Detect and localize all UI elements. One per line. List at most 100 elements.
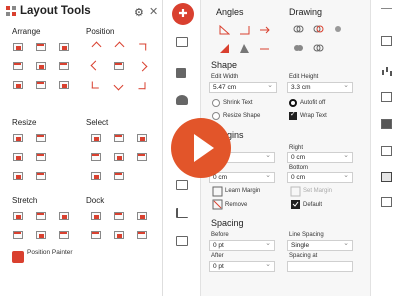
move-right-icon[interactable]	[136, 61, 148, 71]
remove-button[interactable]: Remove	[225, 202, 247, 208]
stretch-both-icon[interactable]	[58, 211, 70, 221]
center-icon[interactable]	[113, 61, 125, 71]
angle-rotate-icon[interactable]	[239, 24, 250, 35]
drawing-circles-icon[interactable]	[313, 24, 324, 35]
app-window: Layout Tools ⚙ ✕ Arrange Position Resize…	[0, 0, 400, 296]
drawing-merge-icon[interactable]	[333, 24, 344, 35]
book-panel-icon[interactable]	[381, 36, 392, 46]
move-down-right-icon[interactable]	[134, 77, 150, 93]
right-margin-input[interactable]: 0 cm	[287, 151, 353, 163]
close-icon[interactable]: ✕	[149, 5, 158, 18]
edit-height-input[interactable]: 3.3 cm	[287, 81, 353, 93]
align-bottom-icon[interactable]	[58, 61, 70, 71]
stretch-bottom-icon[interactable]	[35, 230, 47, 240]
angle-cone-icon[interactable]	[239, 43, 250, 54]
select-same-size-icon[interactable]	[136, 152, 148, 162]
fit-size-icon[interactable]	[35, 171, 47, 181]
stretch-tools	[12, 211, 81, 240]
before-input[interactable]: 0 pt	[209, 239, 275, 251]
library-icon[interactable]	[176, 68, 186, 78]
table-panel-icon[interactable]	[381, 92, 392, 102]
clipboard-panel-icon[interactable]	[381, 197, 392, 207]
select-same-fill-icon[interactable]	[90, 133, 102, 143]
resize-tools	[12, 133, 58, 181]
align-middle-icon[interactable]	[35, 61, 47, 71]
dock-horizontal-icon[interactable]	[113, 230, 125, 240]
panel-title: Layout Tools	[6, 5, 91, 17]
people-icon[interactable]	[176, 95, 188, 105]
stretch-left-icon[interactable]	[12, 211, 24, 221]
chart-panel-icon[interactable]	[381, 65, 392, 75]
angle-arrow-icon[interactable]	[259, 24, 270, 35]
same-size-icon[interactable]	[12, 152, 24, 162]
align-left-icon[interactable]	[12, 42, 24, 52]
shrink-text-radio[interactable]	[212, 99, 220, 107]
bottom-margin-input[interactable]: 0 cm	[287, 171, 353, 183]
stretch-vertical-icon[interactable]	[58, 230, 70, 240]
align-right-icon[interactable]	[58, 42, 70, 52]
dock-vertical-icon[interactable]	[136, 230, 148, 240]
image-panel-icon[interactable]	[381, 146, 392, 156]
select-same-width-icon[interactable]	[90, 152, 102, 162]
fit-width-icon[interactable]	[35, 152, 47, 162]
autofit-off-radio[interactable]	[289, 99, 297, 107]
spacing-at-input[interactable]	[287, 261, 353, 272]
align-top-icon[interactable]	[12, 61, 24, 71]
angle-adjust-icon[interactable]	[219, 24, 230, 35]
set-margin-button[interactable]: Set Margin	[303, 188, 332, 194]
select-all-icon[interactable]	[113, 171, 125, 181]
edit-width-input[interactable]: 5.47 cm	[209, 81, 277, 93]
layout-tools-panel-icon[interactable]	[381, 172, 392, 182]
after-label: After	[211, 253, 224, 259]
slides-icon[interactable]	[176, 37, 188, 47]
home-icon[interactable]: ✚	[172, 3, 194, 25]
shape-heading: Shape	[211, 60, 238, 70]
select-same-type-icon[interactable]	[136, 133, 148, 143]
dock-left-icon[interactable]	[90, 211, 102, 221]
move-down-icon[interactable]	[114, 79, 124, 91]
table-icon[interactable]	[176, 236, 188, 246]
select-text-icon[interactable]	[90, 171, 102, 181]
resize-shape-radio[interactable]	[212, 112, 220, 120]
drawing-intersect-icon[interactable]	[313, 43, 324, 54]
same-width-icon[interactable]	[12, 133, 24, 143]
angle-line-icon[interactable]	[259, 43, 270, 54]
stretch-right-icon[interactable]	[35, 211, 47, 221]
dock-bottom-icon[interactable]	[90, 230, 102, 240]
move-down-left-icon[interactable]	[88, 77, 104, 93]
bar-chart-icon[interactable]	[176, 208, 188, 218]
drawing-union-icon[interactable]	[293, 43, 304, 54]
move-up-left-icon[interactable]	[91, 41, 101, 53]
dock-top-icon[interactable]	[136, 211, 148, 221]
distribute-h-icon[interactable]	[12, 80, 24, 90]
move-up-right-icon[interactable]	[134, 39, 150, 55]
dock-right-icon[interactable]	[113, 211, 125, 221]
default-button[interactable]: Default	[303, 202, 322, 208]
wrap-text-checkbox[interactable]	[289, 110, 297, 120]
move-left-icon[interactable]	[90, 61, 102, 71]
edit-width-label: Edit Width	[211, 74, 239, 80]
position-painter-button[interactable]: Position Painter	[12, 249, 73, 263]
group-icon[interactable]	[58, 80, 70, 90]
section-dock: Dock	[86, 196, 105, 205]
select-same-height-icon[interactable]	[113, 152, 125, 162]
learn-margin-button[interactable]: Learn Margin	[225, 188, 260, 194]
stretch-top-icon[interactable]	[12, 230, 24, 240]
drawing-link-icon[interactable]	[293, 24, 304, 35]
select-same-line-icon[interactable]	[113, 133, 125, 143]
move-up-icon[interactable]	[114, 41, 124, 53]
gear-icon[interactable]: ⚙	[134, 6, 144, 19]
line-spacing-select[interactable]: Single	[287, 239, 353, 251]
distribute-v-icon[interactable]	[35, 80, 47, 90]
angles-heading: Angles	[216, 7, 244, 17]
same-height-icon[interactable]	[35, 133, 47, 143]
fit-height-icon[interactable]	[12, 171, 24, 181]
align-center-icon[interactable]	[35, 42, 47, 52]
play-button[interactable]	[171, 118, 231, 178]
book-icon[interactable]	[176, 180, 188, 190]
after-input[interactable]: 0 pt	[209, 260, 275, 272]
position-tools	[90, 42, 159, 90]
angle-triangle-icon[interactable]	[219, 43, 230, 54]
left-margin-input[interactable]: 0 cm	[209, 171, 275, 183]
funnel-panel-icon[interactable]	[381, 119, 392, 129]
